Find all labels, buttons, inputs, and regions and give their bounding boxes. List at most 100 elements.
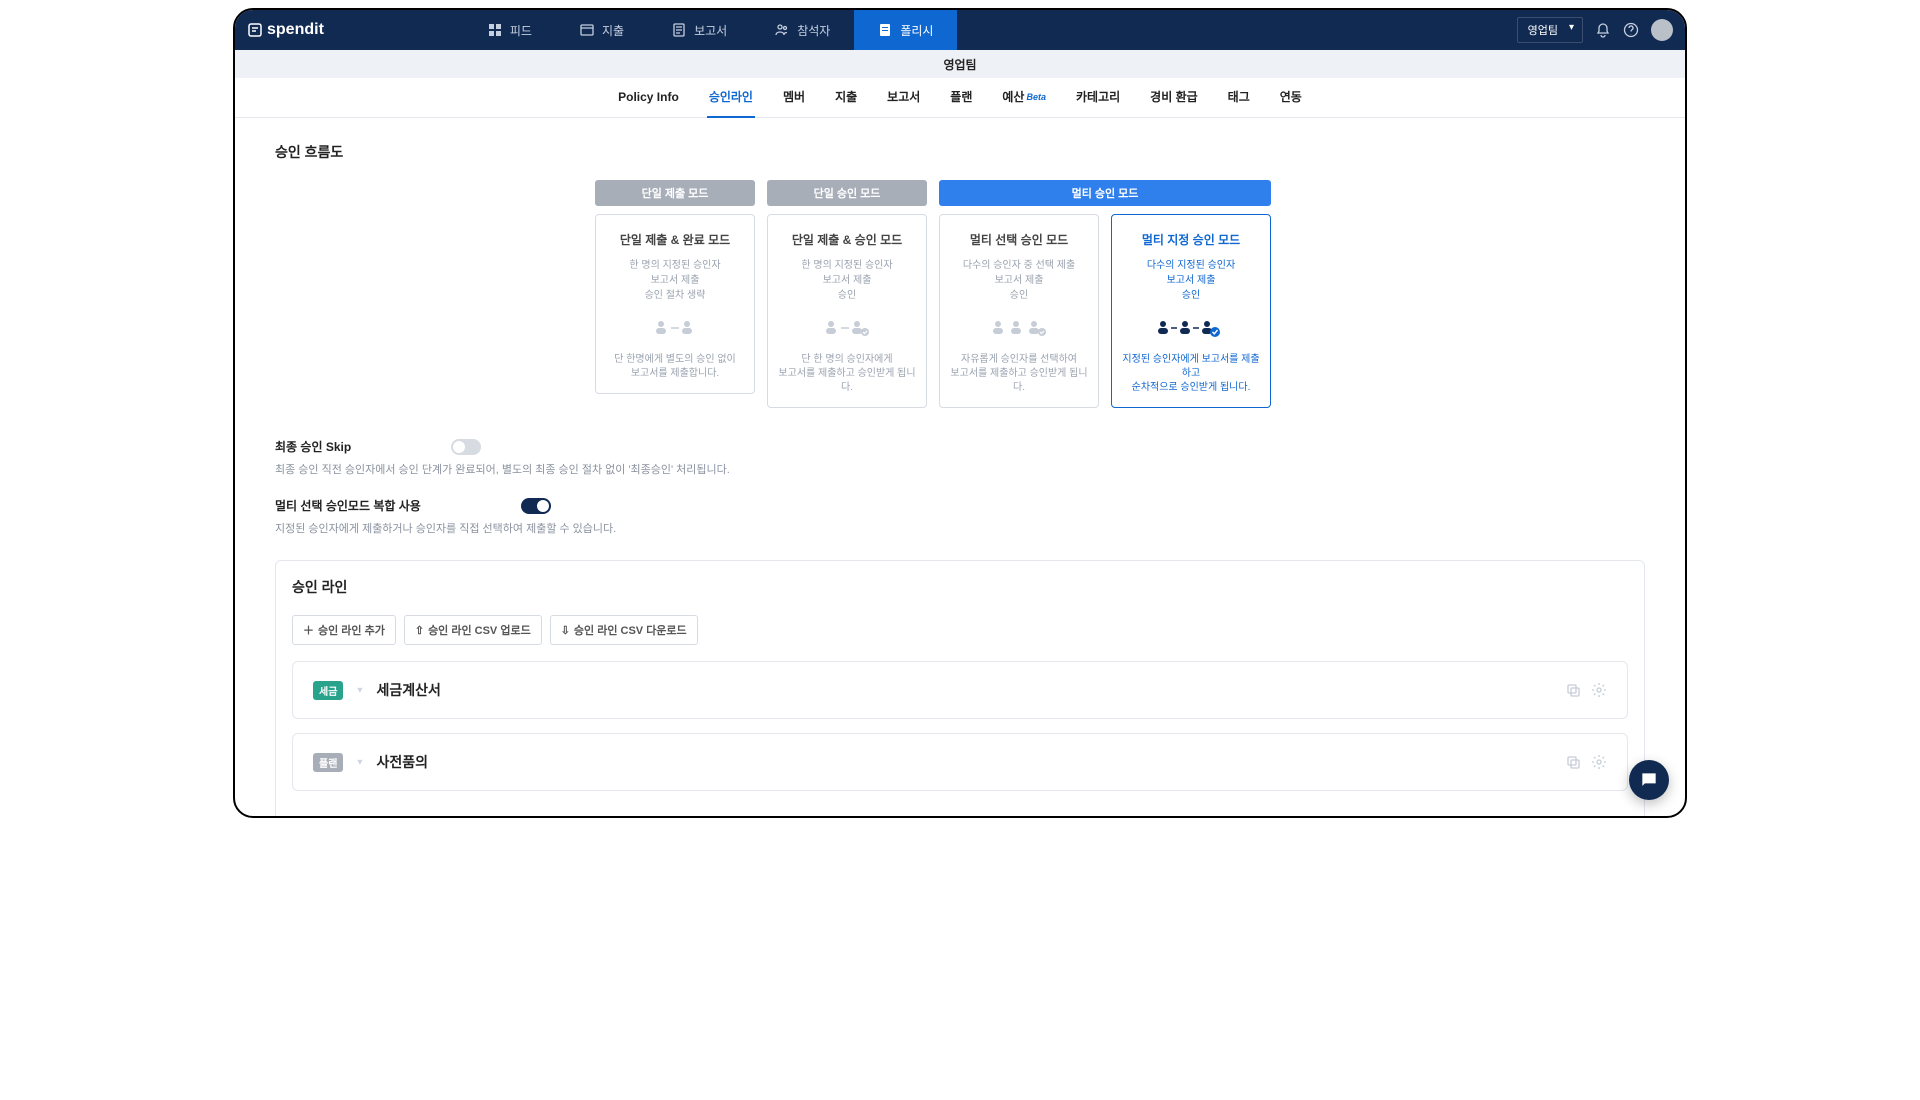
- chevron-down-icon: ▾: [357, 757, 362, 768]
- tab-budget[interactable]: 예산Beta: [1000, 78, 1048, 118]
- nav-expense-label: 지출: [602, 22, 624, 39]
- nav-attendee-label: 참석자: [797, 22, 830, 39]
- mode-card-multi-select[interactable]: 멀티 선택 승인 모드 다수의 승인자 중 선택 제출 보고서 제출 승인 자유…: [939, 214, 1099, 408]
- card1-figure-icon: [604, 315, 746, 341]
- upload-icon: ⇧: [415, 624, 424, 637]
- content-area: 승인 흐름도 단일 제출 모드 단일 제출 & 완료 모드 한 명의 지정된 승…: [235, 118, 1685, 816]
- card3-figure-icon: [948, 315, 1090, 341]
- nav-feed-label: 피드: [510, 22, 532, 39]
- chat-launcher[interactable]: [1629, 760, 1669, 800]
- card2-lines: 한 명의 지정된 승인자 보고서 제출 승인: [776, 258, 918, 303]
- tab-plan[interactable]: 플랜: [948, 78, 974, 118]
- mode-row: 단일 제출 모드 단일 제출 & 완료 모드 한 명의 지정된 승인자 보고서 …: [595, 180, 1645, 408]
- card1-title: 단일 제출 & 완료 모드: [604, 231, 746, 248]
- mode-header-single-approve: 단일 승인 모드: [767, 180, 927, 206]
- brand-logo[interactable]: spendit: [247, 21, 324, 39]
- mode-card-multi-assign[interactable]: 멀티 지정 승인 모드 다수의 지정된 승인자 보고서 제출 승인 지정된 승인…: [1111, 214, 1271, 408]
- line1-actions: [1565, 682, 1607, 698]
- mode-header-single-submit: 단일 제출 모드: [595, 180, 755, 206]
- team-select[interactable]: 영업팀: [1517, 17, 1583, 43]
- card3-lines: 다수의 승인자 중 선택 제출 보고서 제출 승인: [948, 258, 1090, 303]
- mode-col-single-approve: 단일 승인 모드 단일 제출 & 승인 모드 한 명의 지정된 승인자 보고서 …: [767, 180, 927, 408]
- mode-card-single-approve[interactable]: 단일 제출 & 승인 모드 한 명의 지정된 승인자 보고서 제출 승인 단 한…: [767, 214, 927, 408]
- line2-actions: [1565, 754, 1607, 770]
- multi-desc: 지정된 승인자에게 제출하거나 승인자를 직접 선택하여 제출할 수 있습니다.: [275, 520, 1645, 536]
- csv-download-button[interactable]: ⇩승인 라인 CSV 다운로드: [550, 615, 698, 645]
- card4-title: 멀티 지정 승인 모드: [1120, 231, 1262, 248]
- beta-badge: Beta: [1026, 92, 1046, 102]
- tab-approval-line[interactable]: 승인라인: [707, 78, 755, 118]
- line2-name: 사전품의: [376, 752, 428, 772]
- line-buttons: ＋승인 라인 추가 ⇧승인 라인 CSV 업로드 ⇩승인 라인 CSV 다운로드: [292, 615, 1628, 645]
- bell-icon[interactable]: [1595, 22, 1611, 38]
- copy-icon[interactable]: [1565, 754, 1581, 770]
- card3-title: 멀티 선택 승인 모드: [948, 231, 1090, 248]
- feed-icon: [488, 23, 502, 37]
- logo-icon: [247, 22, 263, 38]
- avatar[interactable]: [1651, 19, 1673, 41]
- card3-foot: 자유롭게 승인자를 선택하여 보고서를 제출하고 승인받게 됩니다.: [948, 353, 1090, 395]
- setting-skip: 최종 승인 Skip 최종 승인 직전 승인자에서 승인 단계가 완료되어, 별…: [275, 438, 1645, 477]
- plus-icon: ＋: [303, 622, 314, 638]
- nav-attendee[interactable]: 참석자: [751, 10, 854, 50]
- main-nav: 피드 지출 보고서 참석자 폴리시: [464, 10, 958, 50]
- tab-category[interactable]: 카테고리: [1074, 78, 1122, 118]
- help-icon[interactable]: [1623, 22, 1639, 38]
- card2-title: 단일 제출 & 승인 모드: [776, 231, 918, 248]
- tab-budget-label: 예산: [1002, 88, 1024, 105]
- card2-foot: 단 한 명의 승인자에게 보고서를 제출하고 승인받게 됩니다.: [776, 353, 918, 395]
- tab-tag[interactable]: 태그: [1226, 78, 1252, 118]
- download-icon: ⇩: [561, 624, 570, 637]
- subheader: 영업팀: [235, 50, 1685, 78]
- tab-member[interactable]: 멤버: [781, 78, 807, 118]
- expense-icon: [580, 23, 594, 37]
- card1-foot: 단 한명에게 별도의 승인 없이 보고서를 제출합니다.: [604, 353, 746, 381]
- policy-tabs: Policy Info 승인라인 멤버 지출 보고서 플랜 예산Beta 카테고…: [235, 78, 1685, 118]
- line1-badge: 세금: [313, 681, 343, 700]
- approval-line-panel: 승인 라인 ＋승인 라인 추가 ⇧승인 라인 CSV 업로드 ⇩승인 라인 CS…: [275, 560, 1645, 816]
- mode-card-single-complete[interactable]: 단일 제출 & 완료 모드 한 명의 지정된 승인자 보고서 제출 승인 절차 …: [595, 214, 755, 394]
- card2-figure-icon: [776, 315, 918, 341]
- card4-figure-icon: [1120, 315, 1262, 341]
- approval-line-item-2[interactable]: 플랜 ▾ 사전품의: [292, 733, 1628, 791]
- nav-report[interactable]: 보고서: [648, 10, 751, 50]
- tab-integration[interactable]: 연동: [1278, 78, 1304, 118]
- skip-toggle[interactable]: [451, 439, 481, 455]
- skip-label: 최종 승인 Skip: [275, 438, 351, 455]
- mode-header-multi-approve: 멀티 승인 모드: [939, 180, 1271, 206]
- nav-feed[interactable]: 피드: [464, 10, 556, 50]
- nav-policy[interactable]: 폴리시: [854, 10, 957, 50]
- top-right: 영업팀: [1517, 17, 1673, 43]
- approval-line-item-1[interactable]: 세금 ▾ 세금계산서: [292, 661, 1628, 719]
- subheader-title: 영업팀: [943, 56, 976, 73]
- tab-policy-info[interactable]: Policy Info: [616, 78, 681, 118]
- nav-expense[interactable]: 지출: [556, 10, 648, 50]
- nav-policy-label: 폴리시: [900, 22, 933, 39]
- chat-icon: [1639, 770, 1659, 790]
- multi-label: 멀티 선택 승인모드 복합 사용: [275, 497, 421, 514]
- csv-upload-button[interactable]: ⇧승인 라인 CSV 업로드: [404, 615, 542, 645]
- report-icon: [672, 23, 686, 37]
- attendee-icon: [775, 23, 789, 37]
- tab-refund[interactable]: 경비 환급: [1148, 78, 1200, 118]
- skip-desc: 최종 승인 직전 승인자에서 승인 단계가 완료되어, 별도의 최종 승인 절차…: [275, 461, 1645, 477]
- mode-col-multi-approve: 멀티 승인 모드 멀티 선택 승인 모드 다수의 승인자 중 선택 제출 보고서…: [939, 180, 1271, 408]
- line-title: 승인 라인: [292, 577, 1628, 597]
- multi-toggle[interactable]: [521, 498, 551, 514]
- setting-multi: 멀티 선택 승인모드 복합 사용 지정된 승인자에게 제출하거나 승인자를 직접…: [275, 497, 1645, 536]
- team-select-value: 영업팀: [1528, 25, 1558, 37]
- chevron-down-icon: ▾: [357, 685, 362, 696]
- nav-report-label: 보고서: [694, 22, 727, 39]
- copy-icon[interactable]: [1565, 682, 1581, 698]
- add-line-button[interactable]: ＋승인 라인 추가: [292, 615, 396, 645]
- tab-report[interactable]: 보고서: [885, 78, 922, 118]
- line1-name: 세금계산서: [376, 680, 440, 700]
- mode-col-single-submit: 단일 제출 모드 단일 제출 & 완료 모드 한 명의 지정된 승인자 보고서 …: [595, 180, 755, 408]
- top-bar: spendit 피드 지출 보고서 참석자 폴리시: [235, 10, 1685, 50]
- tab-expense[interactable]: 지출: [833, 78, 859, 118]
- brand-text: spendit: [267, 21, 324, 39]
- card4-lines: 다수의 지정된 승인자 보고서 제출 승인: [1120, 258, 1262, 303]
- policy-icon: [878, 23, 892, 37]
- gear-icon[interactable]: [1591, 754, 1607, 770]
- gear-icon[interactable]: [1591, 682, 1607, 698]
